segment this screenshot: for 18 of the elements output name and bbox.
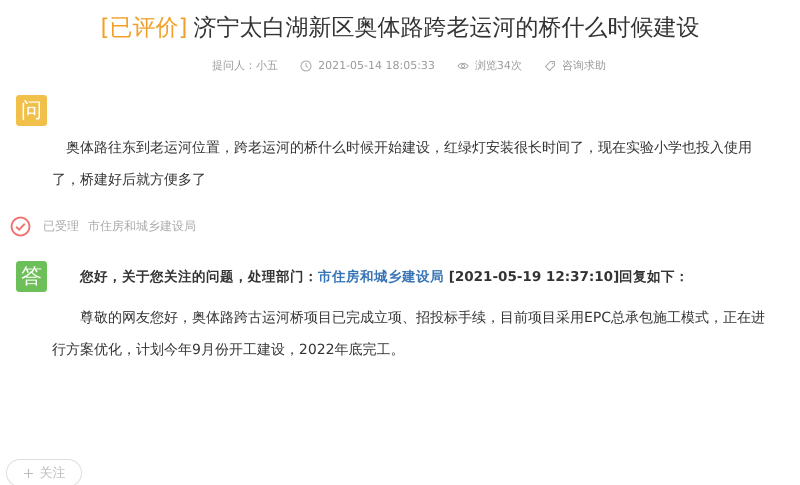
reply-heading: 您好，关于您关注的问题，处理部门：市住房和城乡建设局 [2021-05-19 12:37:10]回复如下：: [80, 268, 690, 286]
department-link[interactable]: 市住房和城乡建设局: [318, 268, 444, 284]
question-badge: 问: [16, 95, 47, 126]
status-label: 已受理: [43, 218, 79, 235]
department-label: 市住房和城乡建设局: [88, 218, 196, 235]
view-count: 浏览34次: [474, 58, 522, 73]
evaluation-tag: [已评价]: [100, 15, 188, 41]
question-text: 奥体路往东到老运河位置，跨老运河的桥什么时候开始建设，红绿灯安装很长时间了，现在实验小学也投入使用了，桥建好后就方便多了: [51, 139, 753, 190]
clock-icon: [300, 60, 312, 72]
category-label: 咨询求助: [562, 58, 606, 73]
plus-icon: [22, 468, 34, 478]
asker-label: 提问人：小五: [212, 58, 278, 73]
check-circle-icon: [10, 216, 31, 237]
post-time: 2021-05-14 18:05:33: [318, 59, 435, 72]
question-title: 济宁太白湖新区奥体路跨老运河的桥什么时候建设: [193, 15, 700, 41]
tag-icon: [544, 60, 556, 72]
reply-text: 尊敬的网友您好，奥体路跨古运河桥项目已完成立项、招投标手续，目前项目采用EPC总承包施工模式，正在进行方案优化，计划今年9月份开工建设，2022年底完工。: [51, 309, 766, 360]
answer-badge: 答: [16, 261, 47, 292]
